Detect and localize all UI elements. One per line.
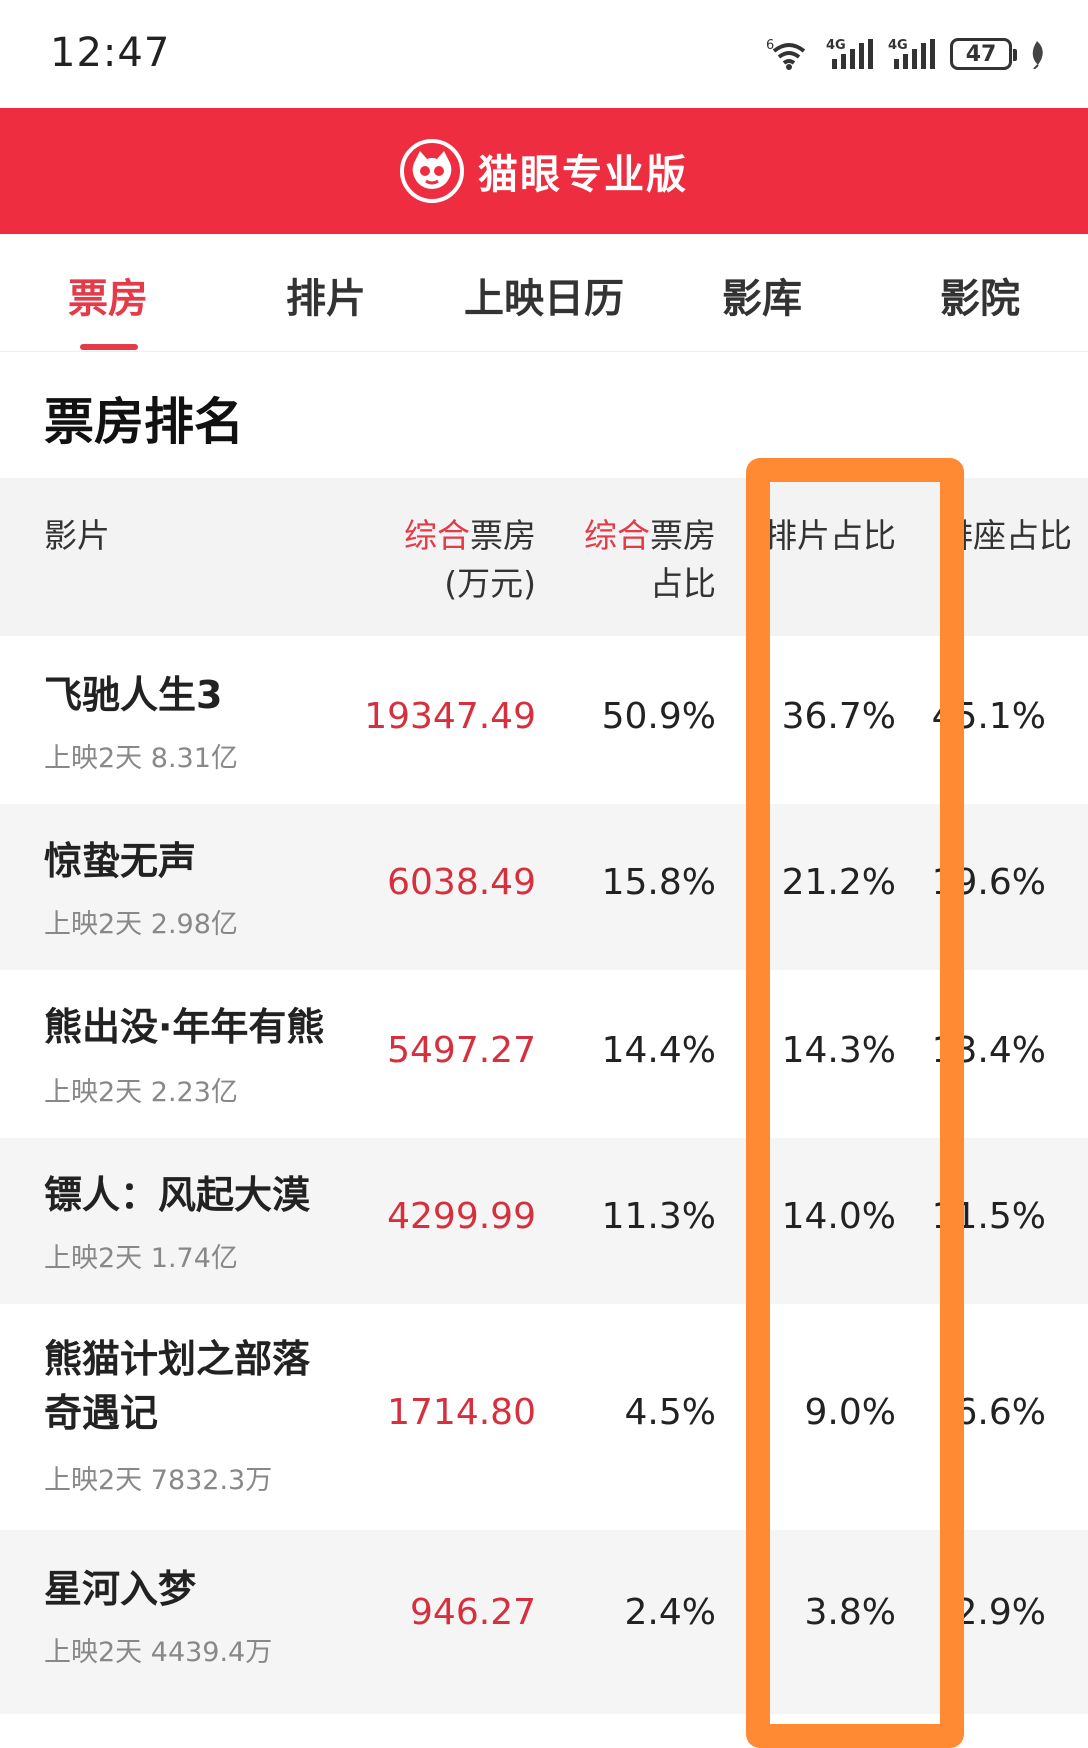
leaf-icon [1032, 41, 1043, 69]
share-value: 11.3% [601, 1196, 716, 1237]
header-screening-share[interactable]: 排片占比 [764, 512, 896, 560]
boxoffice-value: 19347.49 [364, 696, 536, 737]
table-row[interactable]: 惊蛰无声 上映2天 2.98亿 6038.49 15.8% 21.2% 19.6… [0, 804, 1088, 970]
seat-value: 13.4% [931, 1030, 1046, 1071]
movie-subtitle: 上映2天 4439.4万 [44, 1637, 273, 1668]
movie-title: 镖人：风起大漠 [44, 1173, 311, 1217]
movie-subtitle: 上映2天 8.31亿 [44, 743, 238, 774]
signal-icon-2: 4G [888, 38, 935, 69]
boxoffice-value: 946.27 [410, 1592, 536, 1633]
table-row[interactable]: 熊猫计划之部落奇遇记 上映2天 7832.3万 1714.80 4.5% 9.0… [0, 1304, 1088, 1530]
seat-value: 6.6% [954, 1392, 1046, 1433]
screening-value: 14.3% [781, 1030, 896, 1071]
boxoffice-value: 6038.49 [387, 862, 536, 903]
tab-scheduling[interactable]: 排片 [286, 266, 366, 324]
tab-movie-library[interactable]: 影库 [722, 266, 802, 324]
header-movie: 影片 [44, 516, 110, 555]
header-seat-share-text: 排座占比 [940, 516, 1072, 555]
wifi-icon: 6 [766, 38, 806, 70]
tab-boxoffice[interactable]: 票房 [68, 266, 148, 324]
movie-title: 熊出没·年年有熊 [44, 1005, 325, 1049]
header-boxoffice-prefix: 综合 [404, 516, 470, 555]
status-icons: 6 4G 4G 47 [766, 34, 1048, 74]
header-share-line2: 占比 [650, 564, 716, 603]
screening-value: 9.0% [804, 1392, 896, 1433]
share-value: 14.4% [601, 1030, 716, 1071]
movie-subtitle: 上映2天 2.98亿 [44, 909, 238, 940]
table-row[interactable]: 星河入梦 上映2天 4439.4万 946.27 2.4% 3.8% 2.9% [0, 1530, 1088, 1714]
table-row[interactable]: 熊出没·年年有熊 上映2天 2.23亿 5497.27 14.4% 14.3% … [0, 970, 1088, 1138]
seat-value: 2.9% [954, 1592, 1046, 1633]
app-title: 猫眼专业版 [478, 152, 688, 198]
boxoffice-value: 4299.99 [387, 1196, 536, 1237]
seat-value: 19.6% [931, 862, 1046, 903]
header-boxoffice-unit: (万元) [444, 564, 536, 603]
cat-logo-icon [400, 139, 464, 203]
boxoffice-value: 1714.80 [387, 1392, 536, 1433]
header-share-suffix: 票房 [650, 516, 716, 555]
share-value: 4.5% [624, 1392, 716, 1433]
app-header: 猫眼专业版 [0, 108, 1088, 234]
header-seat-share[interactable]: 排座占比 [940, 512, 1088, 560]
table-row[interactable]: 镖人：风起大漠 上映2天 1.74亿 4299.99 11.3% 14.0% 1… [0, 1138, 1088, 1304]
screening-value: 21.2% [781, 862, 896, 903]
share-value: 2.4% [624, 1592, 716, 1633]
status-time: 12:47 [50, 30, 171, 76]
tab-release-calendar[interactable]: 上映日历 [464, 266, 624, 324]
movie-title: 熊猫计划之部落奇遇记 [44, 1337, 311, 1435]
share-value: 15.8% [601, 862, 716, 903]
movie-title: 星河入梦 [44, 1567, 197, 1611]
screening-value: 14.0% [781, 1196, 896, 1237]
share-value: 50.9% [601, 696, 716, 737]
movie-title: 飞驰人生3 [44, 673, 223, 717]
signal-icon-1: 4G [826, 38, 873, 69]
table-header: 影片 综合票房 (万元) 综合票房 占比 排片占比 排座占比 [0, 478, 1088, 636]
header-boxoffice[interactable]: 综合票房 (万元) [404, 512, 536, 608]
movie-subtitle: 上映2天 2.23亿 [44, 1077, 238, 1108]
movie-subtitle: 上映2天 1.74亿 [44, 1243, 238, 1274]
status-bar: 12:47 6 4G 4G 47 [0, 0, 1088, 108]
svg-text:4G: 4G [888, 38, 908, 53]
header-share-prefix: 综合 [584, 516, 650, 555]
svg-text:6: 6 [766, 38, 774, 53]
battery-icon: 47 [950, 38, 1017, 70]
movie-subtitle: 上映2天 7832.3万 [44, 1465, 273, 1496]
battery-level: 47 [965, 41, 997, 67]
header-boxoffice-suffix: 票房 [470, 516, 536, 555]
tab-bar: 票房 排片 上映日历 影库 影院 [0, 234, 1088, 352]
tab-cinemas[interactable]: 影院 [940, 266, 1020, 324]
boxoffice-value: 5497.27 [387, 1030, 536, 1071]
screening-value: 36.7% [781, 696, 896, 737]
seat-value: 45.1% [931, 696, 1046, 737]
svg-text:4G: 4G [826, 38, 846, 53]
section-title: 票房排名 [44, 393, 244, 451]
seat-value: 11.5% [931, 1196, 1046, 1237]
header-share[interactable]: 综合票房 占比 [584, 512, 716, 608]
movie-title: 惊蛰无声 [44, 839, 197, 883]
screening-value: 3.8% [804, 1592, 896, 1633]
table-row[interactable]: 飞驰人生3 上映2天 8.31亿 19347.49 50.9% 36.7% 45… [0, 636, 1088, 804]
active-tab-indicator [80, 344, 138, 350]
